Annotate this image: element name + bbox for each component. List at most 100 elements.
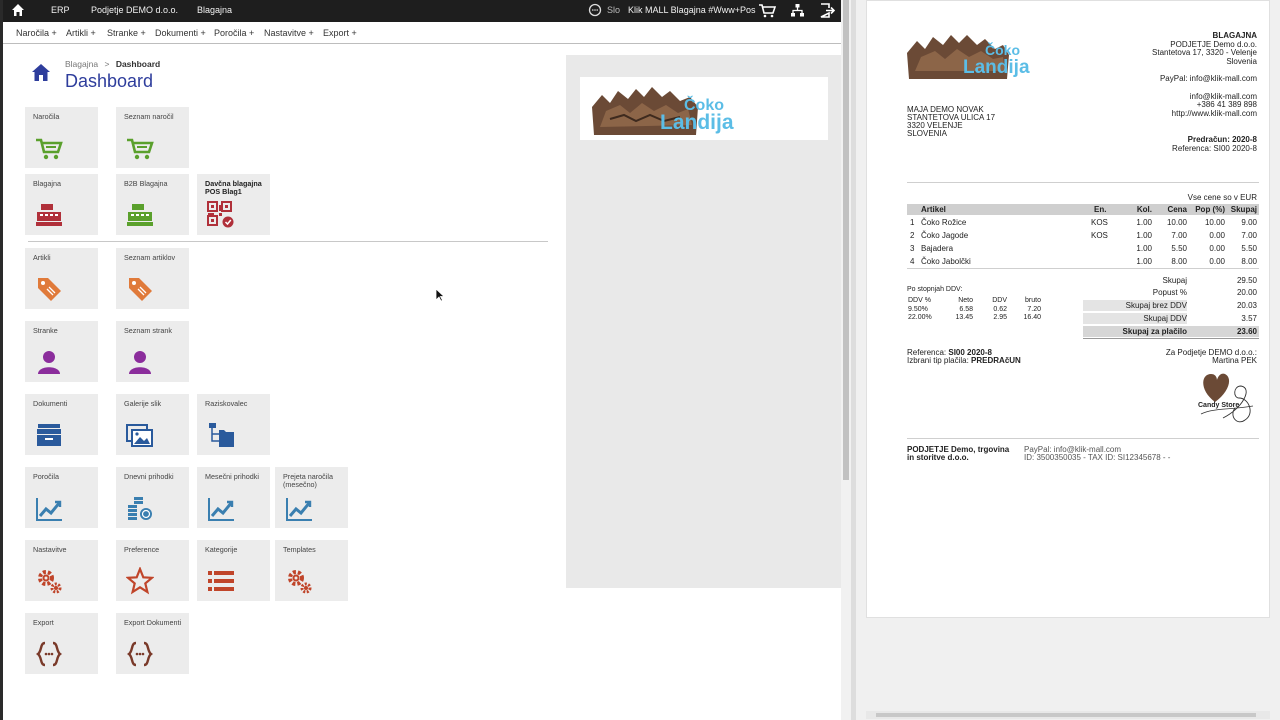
vat-col-bruto: bruto: [1025, 297, 1041, 304]
scrollbar-thumb[interactable]: [843, 0, 849, 480]
section-divider: [28, 241, 548, 242]
cart-icon: [127, 138, 154, 160]
scrollbar-thumb[interactable]: [876, 713, 1256, 717]
tile-blagajna[interactable]: Blagajna: [25, 174, 98, 235]
horizontal-scrollbar[interactable]: [866, 711, 1270, 719]
menu-stranke[interactable]: Stranke +: [107, 28, 146, 38]
tile-galerije-slik[interactable]: Galerije slik: [116, 394, 189, 455]
menu-porocila[interactable]: Poročila +: [214, 28, 254, 38]
list-icon: [208, 571, 234, 591]
tile-label: Nastavitve: [33, 545, 67, 554]
item-discount: 0.00: [1209, 244, 1225, 253]
tile-davcna-blagajna[interactable]: Davčna blagajna POS Blag1: [197, 174, 270, 235]
tile-dokumenti[interactable]: Dokumenti: [25, 394, 98, 455]
tile-seznam-artiklov[interactable]: Seznam artiklov: [116, 248, 189, 309]
item-name: Čoko Jabolčki: [921, 257, 971, 266]
tile-label: Export: [33, 618, 54, 627]
cart-icon: [36, 138, 63, 160]
tile-seznam-strank[interactable]: Seznam strank: [116, 321, 189, 382]
footer-ids: ID: 3500350035 - TAX ID: SI12345678 - -: [1024, 453, 1171, 462]
currency-note: Vse cene so v EUR: [1187, 193, 1257, 202]
header-divider: [907, 182, 1259, 183]
chocolate-logo-image: Čoko Landija: [592, 87, 734, 135]
images-icon: [126, 424, 153, 447]
vat-value: 3.57: [1241, 314, 1257, 323]
menu-export[interactable]: Export +: [323, 28, 357, 38]
tile-nastavitve[interactable]: Nastavitve: [25, 540, 98, 601]
tile-templates[interactable]: Templates: [275, 540, 348, 601]
tile-label: Dnevni prihodki: [124, 472, 174, 481]
menu-nastavitve[interactable]: Nastavitve +: [264, 28, 314, 38]
tile-label: Davčna blagajna POS Blag1: [205, 179, 262, 196]
user-icon: [38, 351, 60, 374]
cart-icon[interactable]: [758, 3, 777, 20]
vat-col-neto: Neto: [958, 297, 973, 304]
main-menu: Naročila + Artikli + Stranke + Dokumenti…: [3, 22, 841, 44]
logout-icon[interactable]: [819, 3, 836, 20]
tile-narocila[interactable]: Naročila: [25, 107, 98, 168]
archive-icon: [37, 424, 61, 446]
line-chart-icon: [286, 498, 312, 521]
tile-raziskovalec[interactable]: Raziskovalec: [197, 394, 270, 455]
item-price: 5.50: [1171, 244, 1187, 253]
tile-artikli[interactable]: Artikli: [25, 248, 98, 309]
vertical-scrollbar[interactable]: [841, 0, 851, 720]
menu-narocila[interactable]: Naročila +: [16, 28, 57, 38]
sitemap-icon[interactable]: [790, 3, 805, 20]
item-no: 2: [910, 231, 915, 240]
breadcrumb-parent[interactable]: Blagajna: [65, 59, 98, 69]
invoice-logo-line1: Čoko: [985, 41, 1020, 58]
col-skupaj: Skupaj: [1230, 205, 1257, 214]
menu-artikli[interactable]: Artikli +: [66, 28, 96, 38]
vat-col-rate: DDV %: [908, 297, 931, 304]
braces-icon: [36, 641, 62, 667]
item-qty: 1.00: [1136, 257, 1152, 266]
payment-type: Izbrani tip plačila: PREDRAčUN: [907, 356, 1021, 366]
invoice-logo: Čoko Landija: [907, 35, 1030, 79]
house-icon[interactable]: [31, 63, 51, 87]
logo-panel: Čoko Landija: [566, 55, 844, 588]
chat-icon[interactable]: [588, 3, 602, 19]
payment-label: Izbrani tip plačila:: [907, 356, 969, 365]
item-name: Čoko Jagode: [921, 231, 969, 240]
tile-porocila[interactable]: Poročila: [25, 467, 98, 528]
module-link[interactable]: Blagajna: [197, 5, 232, 15]
tile-mesecni-prihodki[interactable]: Mesečni prihodki: [197, 467, 270, 528]
home-icon[interactable]: [11, 3, 25, 19]
item-price: 8.00: [1171, 257, 1187, 266]
grand-total-value: 23.60: [1236, 327, 1257, 336]
tile-export-dokumenti[interactable]: Export Dokumenti: [116, 613, 189, 674]
tile-b2b-blagajna[interactable]: B2B Blagajna: [116, 174, 189, 235]
tile-label: Mesečni prihodki: [205, 472, 259, 481]
tile-preference[interactable]: Preference: [116, 540, 189, 601]
buyer-country: SLOVENIA: [907, 129, 948, 138]
item-discount: 0.00: [1209, 231, 1225, 240]
item-qty: 1.00: [1136, 244, 1152, 253]
payment-value: PREDRAčUN: [971, 356, 1021, 365]
page-title: Dashboard: [65, 71, 154, 91]
tile-label: Templates: [283, 545, 316, 554]
language-selector[interactable]: Slo: [607, 5, 620, 15]
user-icon: [129, 351, 151, 374]
footer-divider: [907, 438, 1259, 439]
tile-export[interactable]: Export: [25, 613, 98, 674]
company-link[interactable]: Podjetje DEMO d.o.o.: [91, 5, 178, 15]
invoice-logo-line2: Landija: [963, 57, 1030, 78]
col-enota: En.: [1094, 205, 1107, 214]
menu-dokumenti[interactable]: Dokumenti +: [155, 28, 206, 38]
tile-dnevni-prihodki[interactable]: Dnevni prihodki: [116, 467, 189, 528]
erp-link[interactable]: ERP: [51, 5, 70, 15]
tile-kategorije[interactable]: Kategorije: [197, 540, 270, 601]
vat-row-rate: 22.00%: [908, 314, 932, 321]
shop-name[interactable]: Klik MALL Blagajna #Www+Pos: [628, 5, 755, 15]
tile-seznam-narocil[interactable]: Seznam naročil: [116, 107, 189, 168]
vat-row-neto: 13.45: [955, 314, 973, 321]
item-no: 3: [910, 244, 915, 253]
discount-label: Popust %: [1152, 288, 1187, 297]
seller-country: Slovenia: [1226, 57, 1257, 66]
tile-stranke[interactable]: Stranke: [25, 321, 98, 382]
braces-icon: [127, 641, 153, 667]
tile-prejeta-narocila[interactable]: Prejeta naročila (mesečno): [275, 467, 348, 528]
tile-label: Export Dokumenti: [124, 618, 182, 627]
discount-value: 20.00: [1236, 288, 1257, 297]
